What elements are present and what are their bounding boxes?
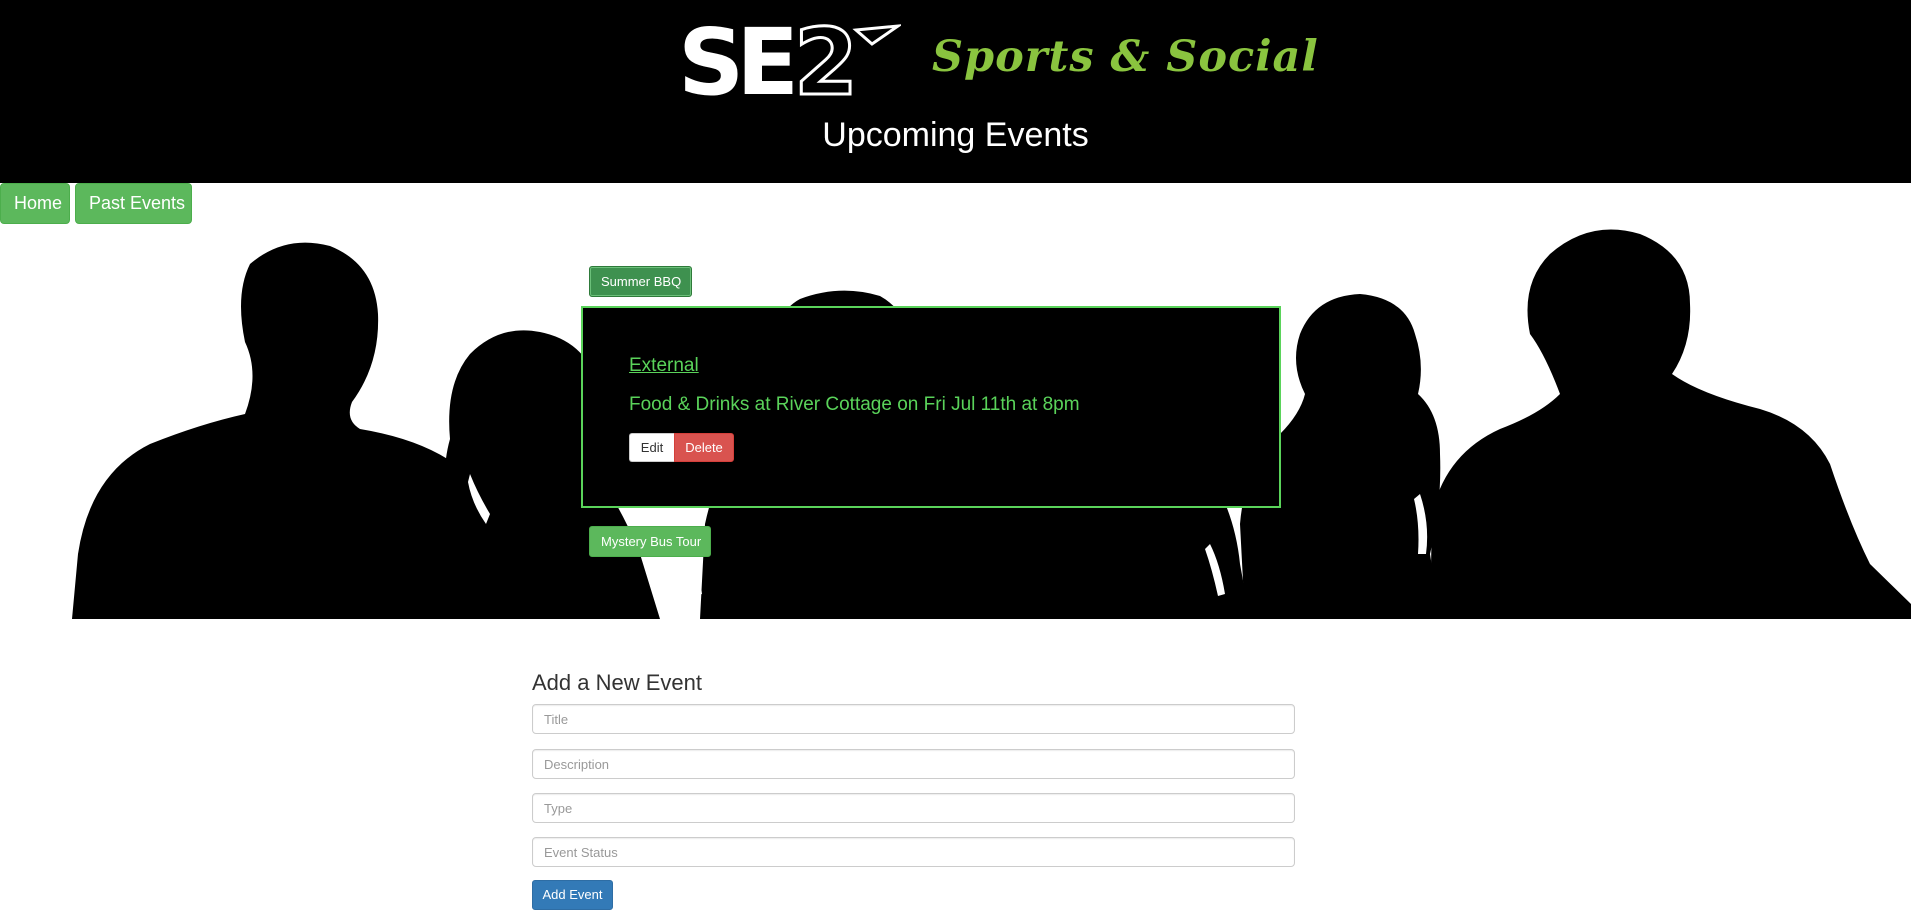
logo-tagline: Sports & Social	[932, 32, 1319, 82]
event-detail-panel: External Food & Drinks at River Cottage …	[581, 306, 1281, 508]
svg-text:SE: SE	[678, 18, 793, 102]
site-header: SE 2 Sports & Social Upcoming Events	[0, 0, 1911, 183]
se2-logo-icon: SE 2	[678, 18, 901, 102]
home-button[interactable]: Home	[0, 183, 70, 224]
svg-text:2: 2	[794, 18, 852, 102]
add-event-heading: Add a New Event	[532, 670, 702, 695]
add-event-button[interactable]: Add Event	[532, 880, 613, 910]
event-status-input[interactable]	[532, 837, 1295, 867]
title-input[interactable]	[532, 704, 1295, 734]
event-description: Food & Drinks at River Cottage on Fri Ju…	[629, 394, 1080, 415]
description-input[interactable]	[532, 749, 1295, 779]
type-input[interactable]	[532, 793, 1295, 823]
delete-button[interactable]: Delete	[674, 433, 734, 462]
past-events-button[interactable]: Past Events	[75, 183, 192, 224]
event-tab-summer-bbq[interactable]: Summer BBQ	[589, 266, 692, 297]
page-title: Upcoming Events	[822, 116, 1089, 154]
edit-button[interactable]: Edit	[629, 433, 674, 462]
event-type-link[interactable]: External	[629, 355, 699, 377]
event-tab-mystery-bus-tour[interactable]: Mystery Bus Tour	[589, 526, 711, 557]
